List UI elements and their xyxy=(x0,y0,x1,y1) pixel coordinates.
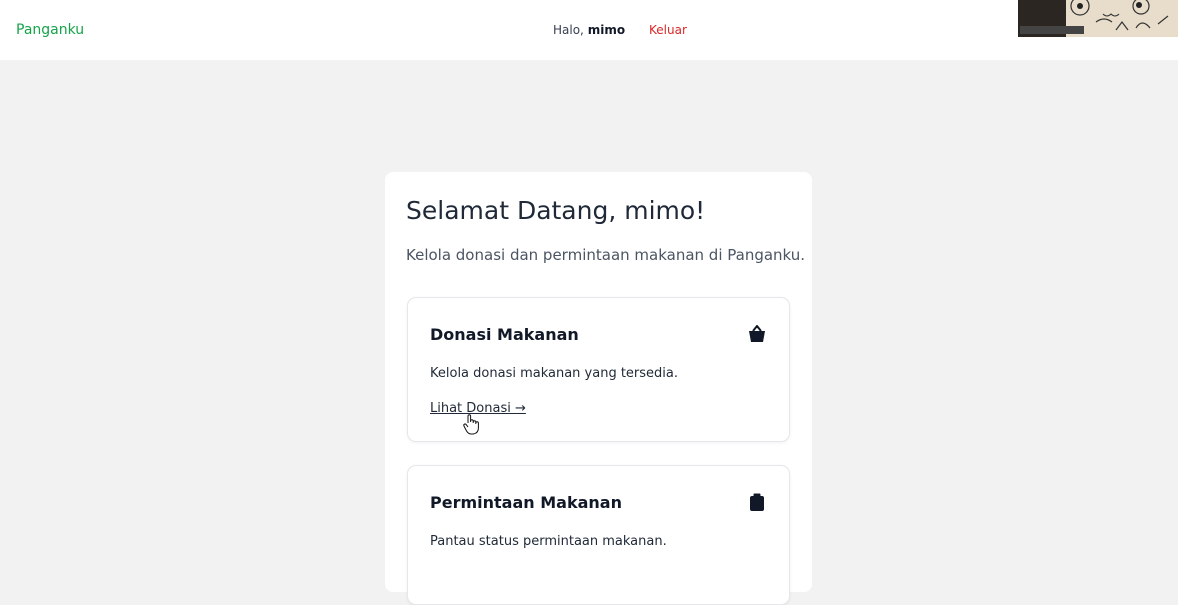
page-title: Selamat Datang, mimo! xyxy=(406,196,706,225)
username: mimo xyxy=(587,23,626,37)
user-greeting: Halo, mimo xyxy=(553,23,625,37)
request-card-title: Permintaan Makanan xyxy=(430,493,622,512)
webcam-overlay xyxy=(1018,0,1178,37)
basket-icon xyxy=(749,325,765,342)
request-card-description: Pantau status permintaan makanan. xyxy=(430,534,667,549)
welcome-card: Selamat Datang, mimo! Kelola donasi dan … xyxy=(385,172,812,605)
logout-button[interactable]: Keluar xyxy=(649,23,687,37)
webcam-label xyxy=(1020,26,1084,34)
clipboard-icon xyxy=(750,493,764,511)
donation-card-description: Kelola donasi makanan yang tersedia. xyxy=(430,366,679,381)
page-subtitle: Kelola donasi dan permintaan makanan di … xyxy=(406,246,806,264)
brand-link[interactable]: Panganku xyxy=(16,22,84,38)
navbar: Panganku Halo, mimo Keluar xyxy=(0,0,1178,60)
request-card: Permintaan Makanan Pantau status permint… xyxy=(407,465,790,605)
hand-pointer-cursor-icon xyxy=(463,414,479,435)
greeting-prefix: Halo, xyxy=(553,23,584,37)
donation-card-title: Donasi Makanan xyxy=(430,325,579,344)
